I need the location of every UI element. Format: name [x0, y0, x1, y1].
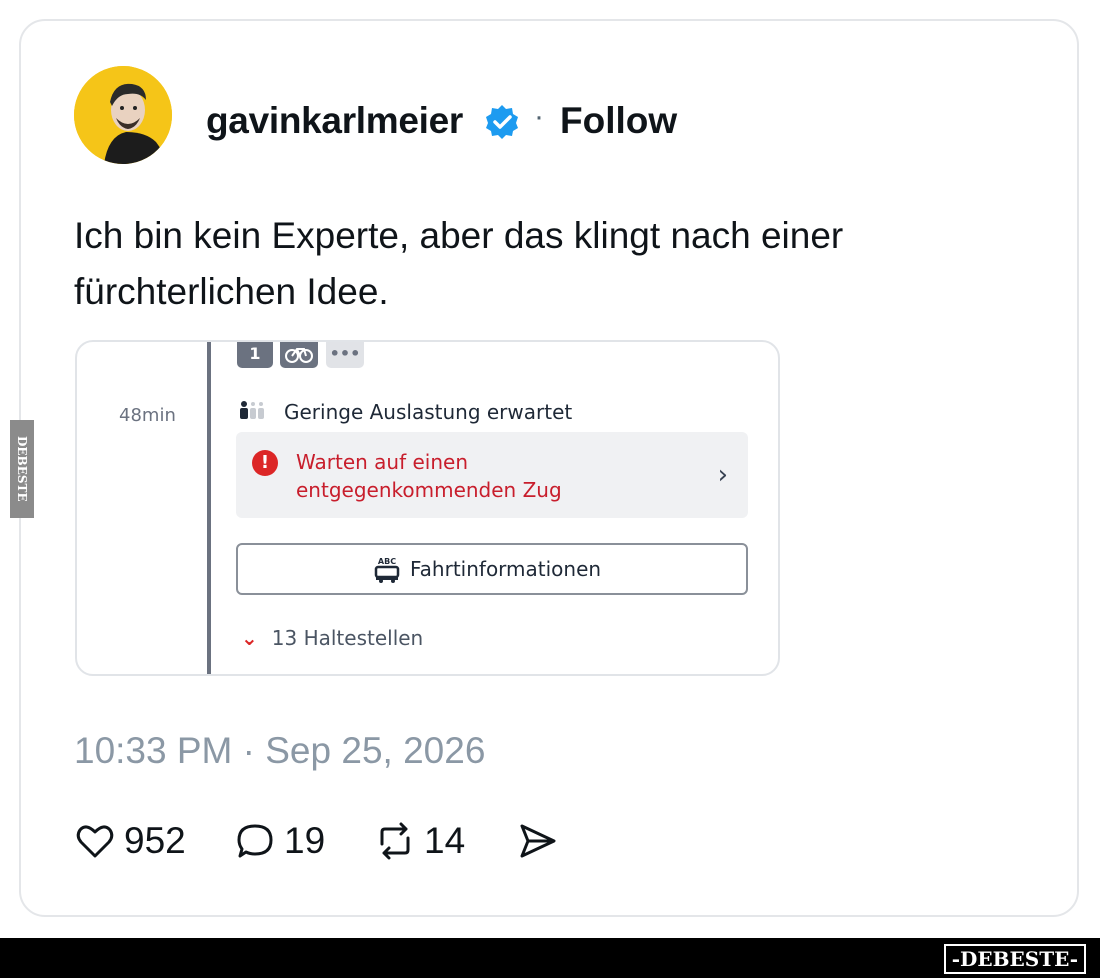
separator-dot: · — [534, 100, 544, 133]
chevron-down-icon: ⌄ — [241, 626, 258, 650]
tweet-text-line: fürchterlichen Idee. — [74, 271, 389, 312]
tweet-text-line: Ich bin kein Experte, aber das klingt na… — [74, 215, 844, 256]
tweet-text: Ich bin kein Experte, aber das klingt na… — [74, 208, 974, 320]
occupancy-icon — [240, 401, 264, 419]
send-icon — [520, 824, 556, 858]
verified-badge-icon — [486, 105, 518, 139]
alert-icon: ! — [252, 450, 278, 476]
debeste-logo: -DEBESTE- — [943, 944, 1086, 974]
repost-button[interactable]: 14 — [374, 816, 465, 866]
warning-line: entgegenkommenden Zug — [296, 478, 562, 502]
username[interactable]: gavinkarlmeier — [206, 100, 463, 142]
trip-info-label: Fahrtinformationen — [410, 557, 602, 581]
warning-message[interactable]: ! Warten auf einen entgegenkommenden Zug… — [236, 432, 748, 518]
warning-line: Warten auf einen — [296, 450, 469, 474]
side-watermark: DEBESTE — [10, 420, 34, 518]
timeline-line — [207, 342, 211, 674]
heart-icon — [76, 825, 114, 858]
tweet-timestamp[interactable]: 10:33 PM · Sep 25, 2026 — [74, 730, 485, 772]
like-count: 952 — [124, 820, 186, 861]
stops-label: 13 Haltestellen — [271, 626, 424, 650]
bike-icon — [280, 342, 318, 368]
bus-info-icon-label: ABC — [378, 557, 396, 566]
footer-bar: -DEBESTE- — [0, 938, 1100, 978]
class-badge: 1 — [237, 342, 273, 368]
embedded-image[interactable]: 1 ••• 48min Geringe Auslastung erwartet … — [75, 340, 780, 676]
like-button[interactable]: 952 — [74, 816, 186, 866]
repost-icon — [380, 822, 410, 860]
bus-info-icon: ABC — [374, 557, 400, 583]
trip-info-button[interactable]: ABC Fahrtinformationen — [236, 543, 748, 595]
stops-toggle[interactable]: ⌄ 13 Haltestellen — [241, 626, 423, 650]
warning-text: Warten auf einen entgegenkommenden Zug — [296, 448, 562, 504]
share-button[interactable] — [516, 816, 558, 866]
reply-bubble-icon — [237, 824, 273, 858]
occupancy-text: Geringe Auslastung erwartet — [284, 400, 573, 424]
reply-count: 19 — [284, 820, 326, 861]
avatar[interactable] — [74, 66, 172, 164]
follow-button[interactable]: Follow — [560, 100, 677, 142]
duration-label: 48min — [119, 405, 176, 426]
chevron-right-icon: › — [717, 460, 728, 490]
more-badge: ••• — [326, 342, 364, 368]
reply-button[interactable]: 19 — [234, 816, 325, 866]
repost-count: 14 — [424, 820, 466, 861]
